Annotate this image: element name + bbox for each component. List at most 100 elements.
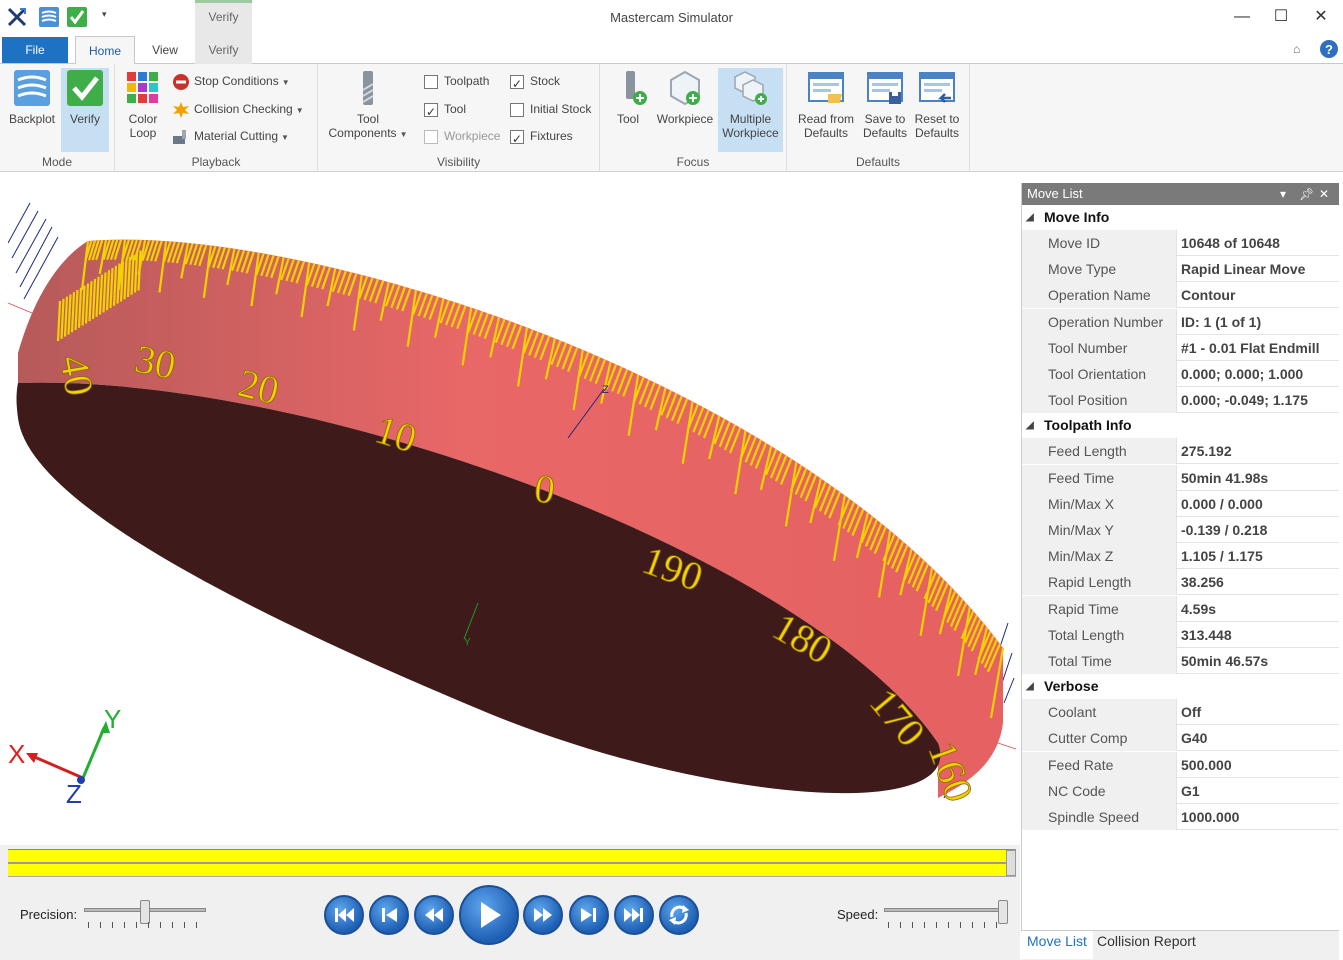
- focus-tool-label: Tool: [616, 112, 639, 126]
- property-value: G1: [1181, 782, 1200, 799]
- reset-defaults-label-2: Defaults: [914, 126, 960, 140]
- checkbox-box[interactable]: [424, 101, 438, 123]
- tab-file[interactable]: File: [2, 37, 68, 63]
- go-to-end-button[interactable]: [614, 895, 654, 935]
- axis-triad: X Y Z: [8, 704, 121, 809]
- minimize-icon[interactable]: —: [1226, 4, 1258, 30]
- section-header[interactable]: ◢ Verbose: [1022, 674, 1339, 700]
- checkbox-box[interactable]: [424, 74, 438, 89]
- stop-sign-icon: [173, 73, 189, 90]
- tool-components-button[interactable]: Tool Components ▼: [324, 68, 412, 152]
- triad-z-label: Z: [66, 779, 82, 809]
- focus-tool-button[interactable]: Tool: [612, 68, 647, 152]
- property-name: Min/Max Z: [1022, 543, 1177, 570]
- tool-components-label-2: Components: [328, 126, 397, 140]
- chevron-down-icon: ▼: [295, 106, 304, 115]
- collapse-ribbon-icon[interactable]: ⌂: [1293, 42, 1300, 56]
- checkbox-box[interactable]: [510, 73, 524, 95]
- move-list-title: Move List: [1027, 186, 1083, 201]
- fast-forward-icon: [534, 908, 552, 922]
- tool-checkbox[interactable]: Tool: [424, 98, 466, 123]
- property-name: Operation Number: [1022, 308, 1177, 335]
- precision-label: Precision:: [20, 907, 78, 922]
- tab-collision-report[interactable]: Collision Report: [1091, 931, 1202, 959]
- graphics-viewport[interactable]: 40 30 20 10 0 190 180 170 160 Z Y X Y Z: [8, 183, 1016, 844]
- group-mode: Backplot Verify Mode: [0, 64, 115, 172]
- speed-slider-track[interactable]: [884, 908, 1008, 912]
- property-value: 275.192: [1181, 443, 1232, 460]
- property-name: Rapid Length: [1022, 569, 1177, 596]
- multiple-workpiece-label-2: Workpiece: [722, 126, 779, 140]
- checkbox-box[interactable]: [510, 102, 524, 117]
- tab-verify[interactable]: Verify: [195, 36, 252, 64]
- focus-multiple-workpiece-button[interactable]: Multiple Workpiece: [718, 68, 783, 152]
- checkbox-box[interactable]: [510, 128, 524, 150]
- section-header[interactable]: ◢ Toolpath Info: [1022, 413, 1339, 439]
- section-header[interactable]: ◢ Move Info: [1022, 205, 1339, 230]
- color-loop-button[interactable]: Color Loop: [121, 68, 165, 152]
- property-value: 0.000; -0.049; 1.175: [1181, 392, 1308, 409]
- property-name: Rapid Time: [1022, 595, 1177, 622]
- close-icon[interactable]: ✕: [1305, 4, 1337, 30]
- collapse-triangle-icon[interactable]: ◢: [1026, 413, 1034, 438]
- go-to-start-button[interactable]: [324, 895, 364, 935]
- verify-button[interactable]: Verify: [61, 68, 109, 152]
- tab-view[interactable]: View: [140, 36, 190, 64]
- group-label-mode: Mode: [41, 155, 73, 169]
- property-row: Tool Number #1 - 0.01 Flat Endmill: [1022, 334, 1339, 361]
- progress-thumb[interactable]: [1006, 850, 1016, 876]
- collapse-triangle-icon[interactable]: ◢: [1026, 205, 1034, 230]
- property-row: Min/Max Z 1.105 / 1.175: [1022, 543, 1339, 570]
- material-cutting-icon: [173, 129, 186, 144]
- toolpath-label: Toolpath: [444, 74, 490, 88]
- property-value: 313.448: [1181, 626, 1232, 643]
- progress-bar[interactable]: [8, 849, 1016, 877]
- property-name: Operation Name: [1022, 282, 1177, 309]
- collapse-triangle-icon[interactable]: ◢: [1026, 674, 1034, 699]
- material-cutting-button[interactable]: Material Cutting ▼: [172, 125, 289, 147]
- fast-forward-button[interactable]: [523, 895, 563, 935]
- step-forward-button[interactable]: [569, 895, 609, 935]
- property-value: 50min 46.57s: [1181, 653, 1269, 669]
- initial-stock-checkbox[interactable]: Initial Stock: [510, 98, 591, 120]
- panel-close-icon[interactable]: ✕: [1319, 183, 1329, 205]
- speed-slider-thumb[interactable]: [998, 900, 1008, 924]
- loop-button[interactable]: [659, 895, 699, 935]
- title-bar: ▾ Verify Mastercam Simulator — ☐ ✕: [0, 0, 1343, 36]
- collision-burst-icon: [173, 101, 189, 118]
- fixtures-checkbox[interactable]: Fixtures: [510, 125, 573, 150]
- property-name: Feed Rate: [1022, 751, 1177, 778]
- progress-track: [8, 862, 1016, 864]
- panel-menu-icon[interactable]: ▾: [1280, 183, 1286, 205]
- focus-workpiece-button[interactable]: Workpiece: [654, 68, 716, 152]
- reset-defaults-button[interactable]: Reset to Defaults: [912, 68, 962, 152]
- tab-move-list[interactable]: Move List: [1021, 931, 1093, 959]
- minor-z-label: Z: [602, 384, 609, 396]
- tab-home[interactable]: Home: [75, 36, 135, 65]
- precision-slider-thumb[interactable]: [140, 900, 150, 924]
- step-back-button[interactable]: [369, 895, 409, 935]
- property-value: 10648 of 10648: [1181, 235, 1280, 251]
- play-button[interactable]: [459, 885, 519, 945]
- property-value: 4.59s: [1181, 600, 1217, 617]
- save-defaults-button[interactable]: Save to Defaults: [861, 68, 909, 152]
- toolpath-checkbox[interactable]: Toolpath: [424, 70, 489, 92]
- stock-checkbox[interactable]: Stock: [510, 70, 560, 95]
- stop-conditions-button[interactable]: Stop Conditions ▼: [172, 70, 290, 92]
- read-defaults-button[interactable]: Read from Defaults: [795, 68, 857, 152]
- help-icon[interactable]: ?: [1319, 39, 1339, 59]
- property-row: Operation Number ID: 1 (1 of 1): [1022, 308, 1339, 335]
- property-row: Feed Length 275.192: [1022, 438, 1339, 465]
- ribbon-tabs: File Home View Verify ⌂ ?: [0, 36, 1343, 65]
- backplot-button[interactable]: Backplot: [6, 68, 58, 152]
- pin-icon[interactable]: 📌︎: [1299, 183, 1314, 205]
- property-value: 1.105 / 1.175: [1181, 548, 1263, 565]
- dial-number: 40: [51, 352, 102, 399]
- svg-text:?: ?: [1325, 42, 1333, 57]
- verify-label: Verify: [69, 112, 100, 126]
- maximize-icon[interactable]: ☐: [1265, 4, 1297, 30]
- rewind-button[interactable]: [414, 895, 454, 935]
- property-row: Move ID 10648 of 10648: [1022, 230, 1339, 256]
- collision-checking-button[interactable]: Collision Checking ▼: [172, 98, 304, 120]
- reset-defaults-label-1: Reset to: [914, 112, 960, 126]
